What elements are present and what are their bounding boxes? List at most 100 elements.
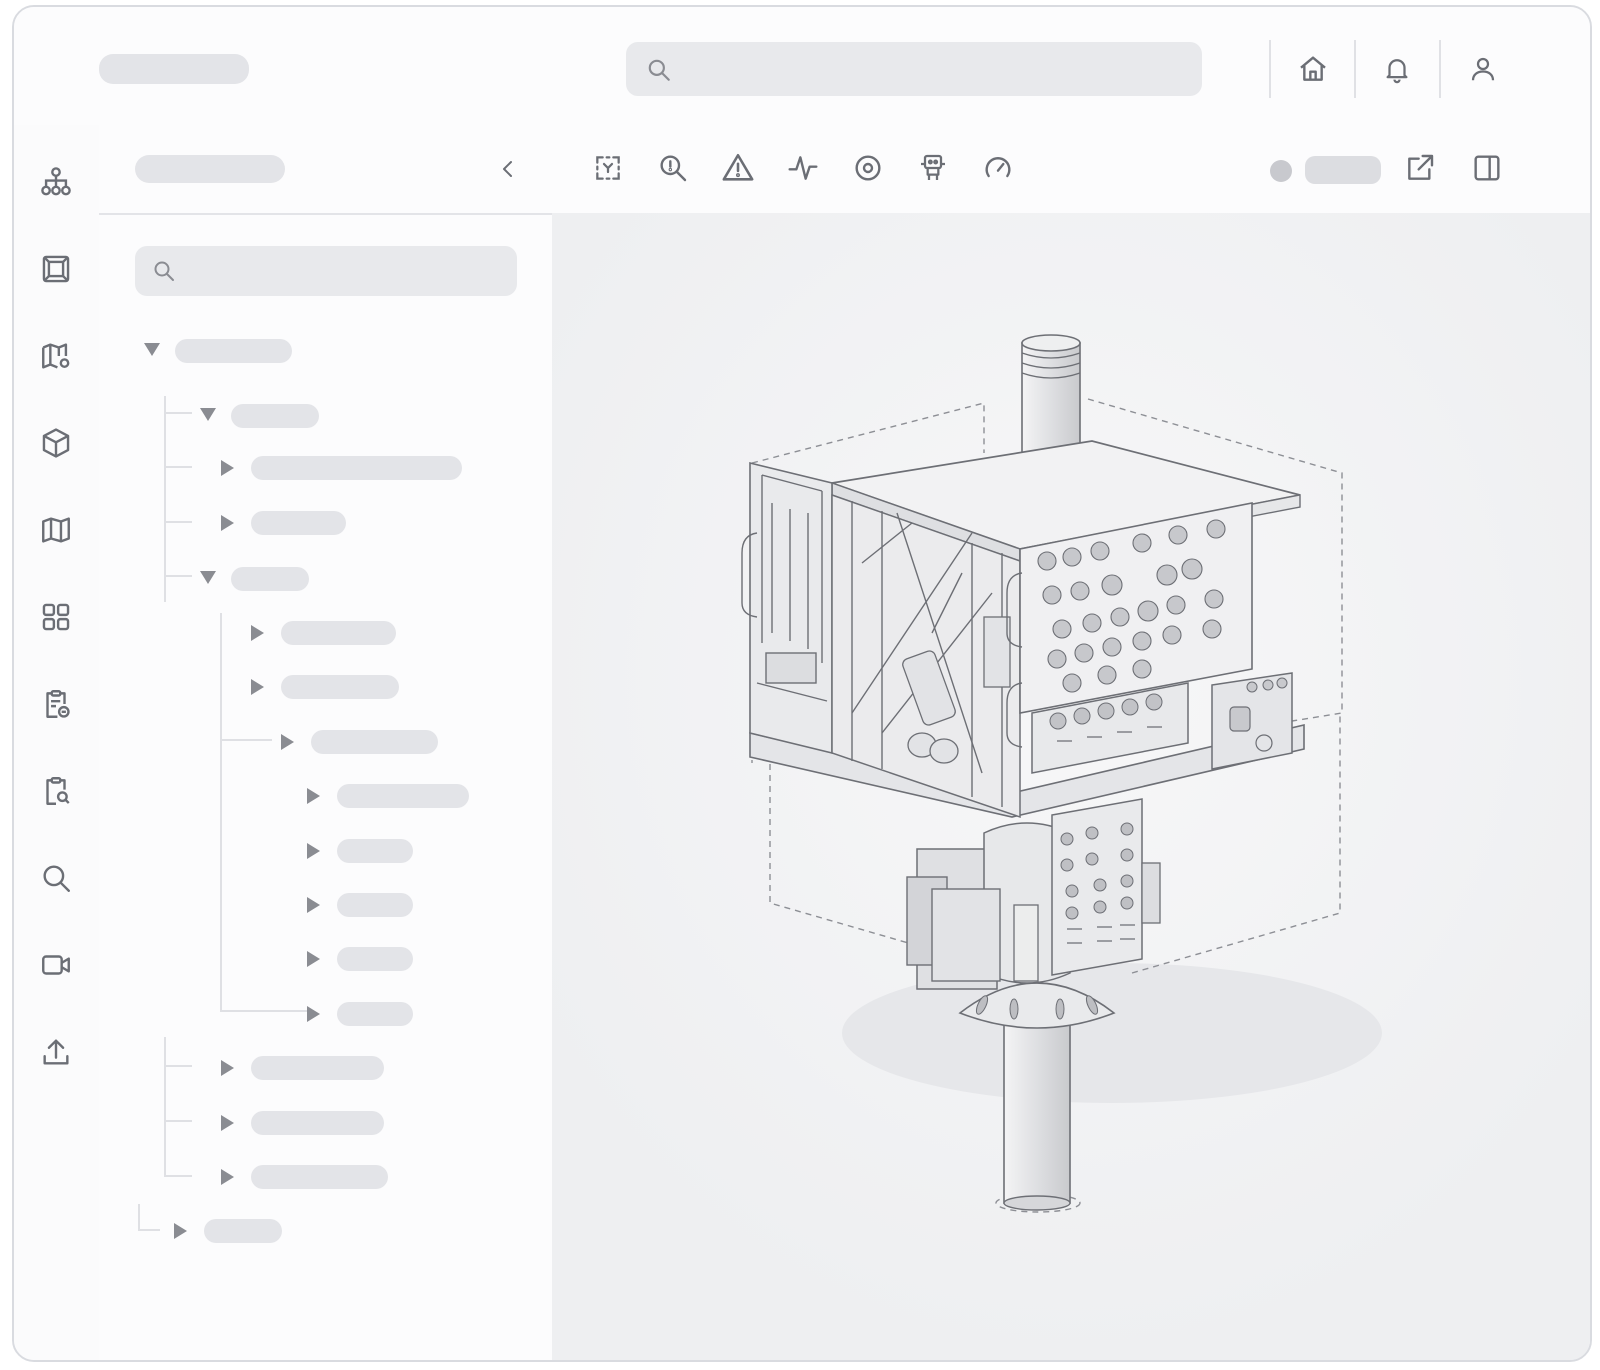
tree-node[interactable] — [231, 567, 309, 591]
signal-icon — [788, 156, 818, 180]
home-button[interactable] — [1293, 49, 1333, 89]
robot-tool[interactable] — [915, 150, 951, 186]
zoom-tool[interactable] — [655, 150, 691, 186]
model-viewport[interactable] — [552, 213, 1590, 1360]
cube-icon — [42, 428, 70, 458]
map-icon — [42, 517, 70, 543]
rail-item-work-orders[interactable] — [36, 684, 76, 724]
tree-node[interactable] — [175, 339, 292, 363]
tree-node[interactable] — [337, 784, 469, 808]
tree-connector — [164, 466, 192, 468]
tree-node[interactable] — [281, 675, 399, 699]
expand-toggle[interactable] — [221, 1060, 234, 1076]
app-logo-placeholder — [99, 54, 249, 84]
rail-item-site-map[interactable] — [36, 336, 76, 376]
side-panel-icon — [1474, 155, 1500, 181]
rail-item-frame[interactable] — [36, 249, 76, 289]
clipboard-list-icon — [46, 690, 70, 718]
select-region-tool[interactable] — [590, 150, 626, 186]
tree-connector — [220, 613, 222, 1011]
tree-connector — [164, 1120, 192, 1122]
expand-toggle[interactable] — [221, 515, 234, 531]
global-search-input[interactable] — [626, 42, 1202, 96]
expand-toggle[interactable] — [307, 951, 320, 967]
3d-viewer — [552, 125, 1590, 1360]
rail-item-map[interactable] — [36, 510, 76, 550]
tree-connector — [138, 1204, 140, 1230]
clipboard-search-icon — [46, 777, 70, 805]
grid-icon — [42, 603, 70, 631]
target-tool[interactable] — [850, 150, 886, 186]
top-bar — [14, 7, 1590, 127]
expand-toggle[interactable] — [307, 788, 320, 804]
rail-item-search[interactable] — [36, 858, 76, 898]
expand-toggle[interactable] — [200, 408, 216, 421]
expand-toggle[interactable] — [251, 679, 264, 695]
tree-node[interactable] — [281, 621, 396, 645]
panel-title-placeholder — [135, 155, 285, 183]
gauge-tool[interactable] — [980, 150, 1016, 186]
expand-toggle[interactable] — [144, 343, 160, 356]
chevron-left-icon — [503, 161, 512, 177]
tree-node[interactable] — [311, 730, 438, 754]
expand-toggle[interactable] — [251, 625, 264, 641]
robot-icon — [921, 154, 945, 180]
rail-item-dashboard[interactable] — [36, 597, 76, 637]
expand-toggle[interactable] — [174, 1223, 187, 1239]
app-window — [12, 5, 1592, 1362]
tree-node[interactable] — [251, 456, 462, 480]
notifications-button[interactable] — [1377, 49, 1417, 89]
divider — [1354, 40, 1356, 98]
target-icon — [855, 155, 881, 181]
search-icon — [154, 261, 174, 281]
tree-node[interactable] — [337, 839, 413, 863]
tree-node[interactable] — [251, 511, 346, 535]
expand-toggle[interactable] — [221, 1115, 234, 1131]
tree-node[interactable] — [231, 404, 319, 428]
toggle-side-panel-button[interactable] — [1469, 150, 1505, 186]
tree-node[interactable] — [337, 947, 413, 971]
asset-tree-panel — [99, 125, 554, 1360]
open-external-button[interactable] — [1402, 150, 1438, 186]
expand-toggle[interactable] — [200, 571, 216, 584]
collapse-panel-button[interactable] — [492, 153, 524, 185]
alerts-tool[interactable] — [720, 150, 756, 186]
rail-item-video[interactable] — [36, 945, 76, 985]
signal-tool[interactable] — [785, 150, 821, 186]
panel-header — [99, 125, 552, 215]
expand-toggle[interactable] — [307, 1006, 320, 1022]
tree-connector — [220, 739, 272, 741]
tree-node[interactable] — [251, 1111, 384, 1135]
tree-node[interactable] — [337, 893, 413, 917]
external-link-icon — [1408, 154, 1434, 180]
rail-item-hierarchy[interactable] — [36, 162, 76, 202]
select-region-icon — [596, 156, 620, 180]
home-icon — [1300, 56, 1326, 81]
expand-toggle[interactable] — [281, 734, 294, 750]
tree-search-input[interactable] — [135, 246, 517, 296]
video-icon — [42, 955, 70, 975]
divider — [1439, 40, 1441, 98]
upload-icon — [43, 1039, 69, 1065]
viewer-toolbar — [552, 125, 1590, 215]
user-menu-button[interactable] — [1463, 49, 1503, 89]
rail-item-upload[interactable] — [36, 1032, 76, 1072]
rail-item-3d-model[interactable] — [36, 423, 76, 463]
tree-node[interactable] — [204, 1219, 282, 1243]
tree-connector — [138, 1229, 160, 1231]
zoom-icon — [660, 155, 687, 182]
tree-node[interactable] — [251, 1165, 388, 1189]
rail-item-inspections[interactable] — [36, 771, 76, 811]
tree-node[interactable] — [251, 1056, 384, 1080]
divider — [1269, 40, 1271, 98]
search-icon — [43, 865, 70, 892]
expand-toggle[interactable] — [221, 1169, 234, 1185]
status-label-placeholder — [1305, 156, 1381, 184]
expand-toggle[interactable] — [307, 897, 320, 913]
tree-connector — [164, 521, 192, 523]
map-pin-icon — [42, 343, 70, 369]
expand-toggle[interactable] — [221, 460, 234, 476]
tree-node[interactable] — [337, 1002, 413, 1026]
expand-toggle[interactable] — [307, 843, 320, 859]
hierarchy-icon — [41, 167, 71, 196]
